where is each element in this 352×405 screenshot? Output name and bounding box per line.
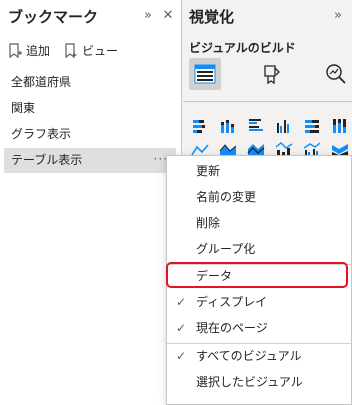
menu-item-delete[interactable]: 削除 [167, 210, 351, 236]
menu-item-refresh[interactable]: 更新 [167, 158, 351, 184]
tab-format-visual[interactable] [255, 58, 287, 90]
add-bookmark-button[interactable]: 追加 [8, 42, 50, 59]
close-icon[interactable]: ✕ [161, 8, 175, 24]
bookmarks-pane: ブックマーク » ✕ 追加 ビュー 全都道府県 関東 グラフ表示 テーブル表示 … [0, 0, 182, 405]
collapse-pane-icon[interactable]: » [334, 8, 342, 23]
menu-item-group[interactable]: グループ化 [167, 236, 351, 262]
format-paintbrush-icon [264, 65, 280, 85]
100-percent-column-icon[interactable] [329, 115, 351, 137]
clustered-column-icon[interactable] [273, 115, 295, 137]
bookmarks-title: ブックマーク [8, 8, 99, 26]
table-visual-icon [194, 64, 216, 84]
bookmark-item-graph-view[interactable]: グラフ表示 [4, 122, 176, 147]
menu-item-display[interactable]: ✓ ディスプレイ [167, 289, 351, 315]
100-percent-bar-icon[interactable] [301, 115, 323, 137]
checkmark-icon: ✓ [176, 295, 187, 309]
view-bookmark-label: ビュー [82, 44, 119, 58]
menu-item-selected-visuals[interactable]: 選択したビジュアル [167, 369, 351, 395]
stacked-bar-icon[interactable] [189, 115, 211, 137]
highlight-box [166, 262, 348, 288]
menu-item-label: グループ化 [196, 242, 256, 256]
bookmarks-header-actions: » ✕ [141, 8, 175, 24]
build-visual-heading: ビジュアルのビルド [189, 41, 296, 55]
analytics-magnifier-icon [326, 64, 346, 84]
tab-build-visual[interactable] [189, 58, 221, 90]
bookmark-item-kanto[interactable]: 関東 [4, 96, 176, 121]
clustered-bar-icon[interactable] [245, 115, 267, 137]
bookmark-item-label: 全都道府県 [11, 75, 72, 89]
menu-item-label: 削除 [196, 216, 221, 230]
bookmark-item-table-view[interactable]: テーブル表示 ··· [4, 148, 176, 173]
bookmark-view-icon [65, 42, 78, 58]
menu-item-rename[interactable]: 名前の変更 [167, 184, 351, 210]
tab-analytics[interactable] [320, 58, 352, 90]
checkmark-icon: ✓ [176, 321, 187, 335]
menu-item-all-visuals[interactable]: ✓ すべてのビジュアル [167, 343, 351, 369]
menu-item-current-page[interactable]: ✓ 現在のページ [167, 315, 351, 341]
collapse-pane-icon[interactable]: » [141, 8, 155, 24]
bookmark-item-label: 関東 [11, 101, 36, 115]
bookmark-add-icon [9, 42, 22, 58]
visualizations-divider [183, 101, 352, 102]
menu-item-label: ディスプレイ [196, 295, 268, 309]
menu-item-label: 名前の変更 [196, 190, 257, 204]
checkmark-icon: ✓ [176, 349, 187, 363]
add-bookmark-label: 追加 [26, 44, 51, 58]
view-bookmark-button[interactable]: ビュー [64, 42, 118, 59]
menu-item-label: 更新 [196, 164, 221, 178]
menu-item-label: 選択したビジュアル [196, 375, 303, 389]
bookmark-item-label: グラフ表示 [11, 127, 72, 141]
bookmark-item-label: テーブル表示 [11, 153, 83, 167]
bookmarks-toolbar: 追加 ビュー [8, 42, 118, 59]
bookmark-item-all-prefectures[interactable]: 全都道府県 [4, 70, 176, 95]
visualizations-title: 視覚化 [189, 8, 235, 26]
stacked-column-icon[interactable] [217, 115, 239, 137]
menu-item-label: すべてのビジュアル [196, 349, 302, 363]
bookmarks-list: 全都道府県 関東 グラフ表示 テーブル表示 ··· [4, 70, 176, 174]
menu-item-label: 現在のページ [196, 321, 268, 335]
